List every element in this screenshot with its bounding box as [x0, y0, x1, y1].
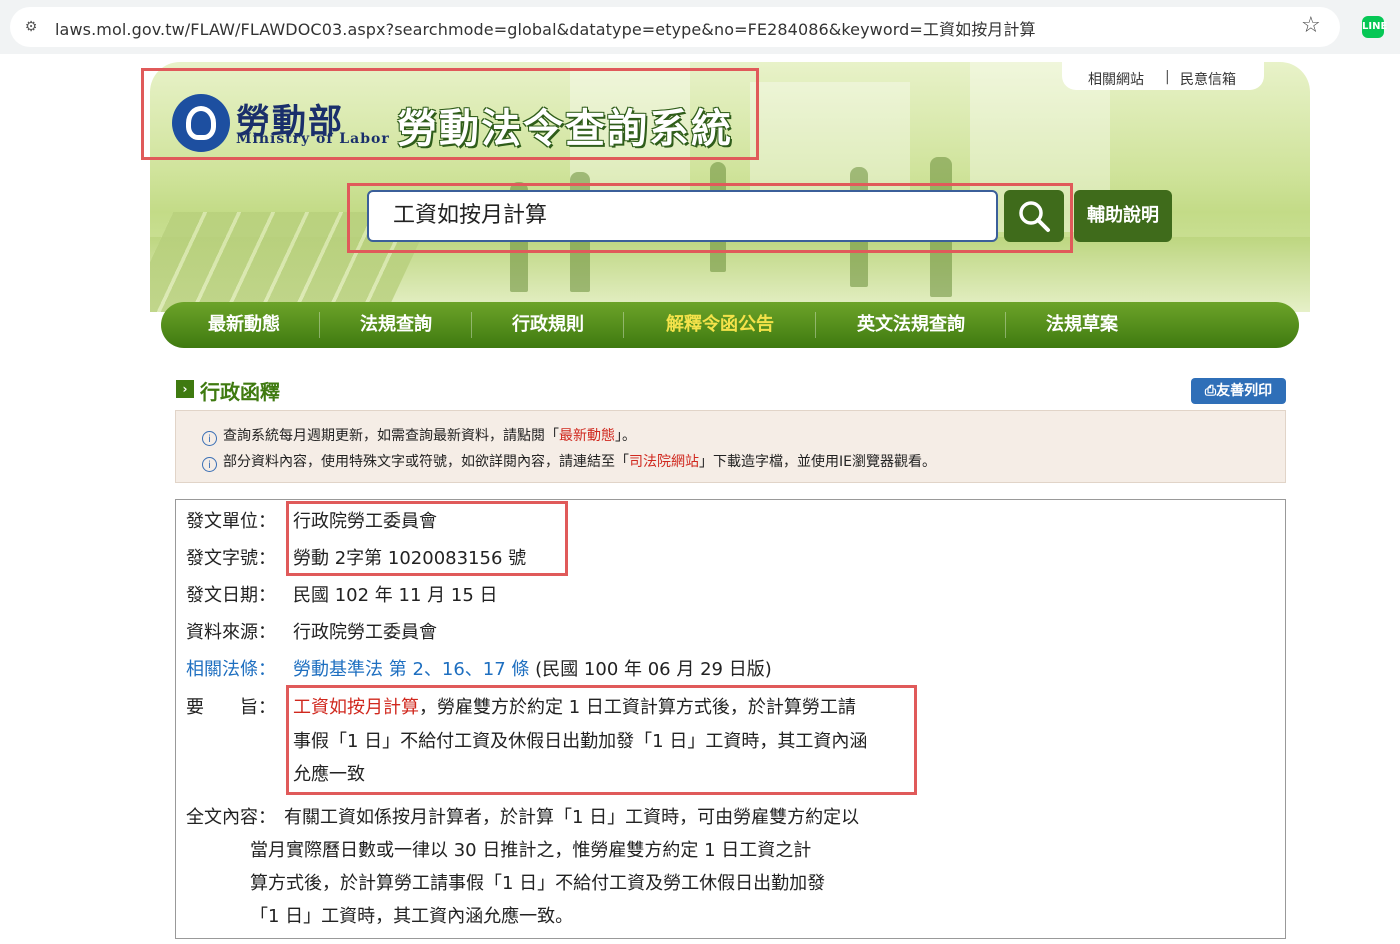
related-law-link[interactable]: 勞動基準法 第 2、16、17 條	[293, 659, 529, 680]
page-title: 行政函釋	[200, 380, 280, 404]
opinion-mailbox-link[interactable]: 民意信箱	[1180, 69, 1236, 89]
notice-box: i 查詢系統每月週期更新，如需查詢最新資料，請點閱「最新動態」。 i 部分資料內容，…	[175, 410, 1286, 483]
notice-line-1: i 查詢系統每月週期更新，如需查詢最新資料，請點閱「最新動態」。	[202, 425, 636, 446]
nav-admin-rules[interactable]: 行政規則	[485, 302, 611, 348]
help-button[interactable]: 輔助說明	[1074, 190, 1172, 242]
notice-line-2: i 部分資料內容，使用特殊文字或符號，如欲詳閱內容，請連結至「司法院網站」下載造字…	[202, 451, 936, 472]
law-version: (民國 100 年 06 月 29 日版)	[535, 659, 772, 680]
top-links: 相關網站 | 民意信箱	[1062, 62, 1264, 90]
full-text-line-4: 「1 日」工資時，其工資內涵允應一致。	[250, 906, 574, 927]
doc-number-label: 發文字號：	[186, 548, 276, 569]
browser-toolbar: ⚙ laws.mol.gov.tw/FLAW/FLAWDOC03.aspx?se…	[0, 0, 1400, 54]
source-value: 行政院勞工委員會	[293, 622, 437, 643]
related-law-label: 相關法條：	[186, 659, 276, 680]
issuer-label: 發文單位：	[186, 511, 276, 532]
bookmark-star-icon[interactable]: ☆	[1301, 13, 1321, 39]
url-text[interactable]: laws.mol.gov.tw/FLAW/FLAWDOC03.aspx?sear…	[55, 16, 1036, 40]
main-nav: 最新動態 法規查詢 行政規則 解釋令函公告 英文法規查詢 法規草案	[161, 302, 1299, 348]
info-icon: i	[202, 431, 217, 446]
date-value: 民國 102 年 11 月 15 日	[293, 585, 498, 606]
full-text-line-3: 算方式後，於計算勞工請事假「1 日」不給付工資及勞工休假日出勤加發	[250, 873, 826, 894]
nav-interpretations[interactable]: 解釋令函公告	[637, 302, 803, 348]
link-separator: |	[1165, 69, 1170, 85]
print-label: 友善列印	[1216, 383, 1273, 399]
nav-law-search[interactable]: 法規查詢	[333, 302, 459, 348]
source-label: 資料來源：	[186, 622, 276, 643]
date-label: 發文日期：	[186, 585, 276, 606]
issuer-highlight-box	[286, 501, 568, 576]
printer-icon: ⎙	[1204, 383, 1217, 399]
nav-english-laws[interactable]: 英文法規查詢	[829, 302, 993, 348]
full-text-label: 全文內容：	[186, 807, 276, 828]
latest-news-link[interactable]: 最新動態	[559, 428, 615, 444]
full-text-line-1: 有關工資如係按月計算者，於計算「1 日」工資時，可由勞雇雙方約定以	[284, 807, 860, 828]
info-icon: i	[202, 457, 217, 472]
line-extension-icon[interactable]: LINE	[1362, 16, 1387, 38]
judicial-site-link[interactable]: 司法院網站	[629, 454, 699, 470]
full-text-line-2: 當月實際曆日數或一律以 30 日推計之，惟勞雇雙方約定 1 日工資之計	[250, 840, 812, 861]
related-law-value: 勞動基準法 第 2、16、17 條 (民國 100 年 06 月 29 日版)	[293, 655, 772, 681]
search-highlight-box	[347, 183, 1073, 253]
nav-draft-laws[interactable]: 法規草案	[1019, 302, 1145, 348]
summary-highlight-box	[286, 685, 917, 795]
logo-highlight-box	[141, 68, 759, 160]
print-button[interactable]: ⎙友善列印	[1191, 378, 1286, 404]
summary-label: 要 旨：	[186, 697, 276, 718]
section-arrow-icon: ›	[176, 380, 194, 398]
nav-latest-news[interactable]: 最新動態	[181, 302, 307, 348]
related-sites-link[interactable]: 相關網站	[1088, 69, 1144, 89]
site-info-icon[interactable]: ⚙	[22, 18, 40, 36]
